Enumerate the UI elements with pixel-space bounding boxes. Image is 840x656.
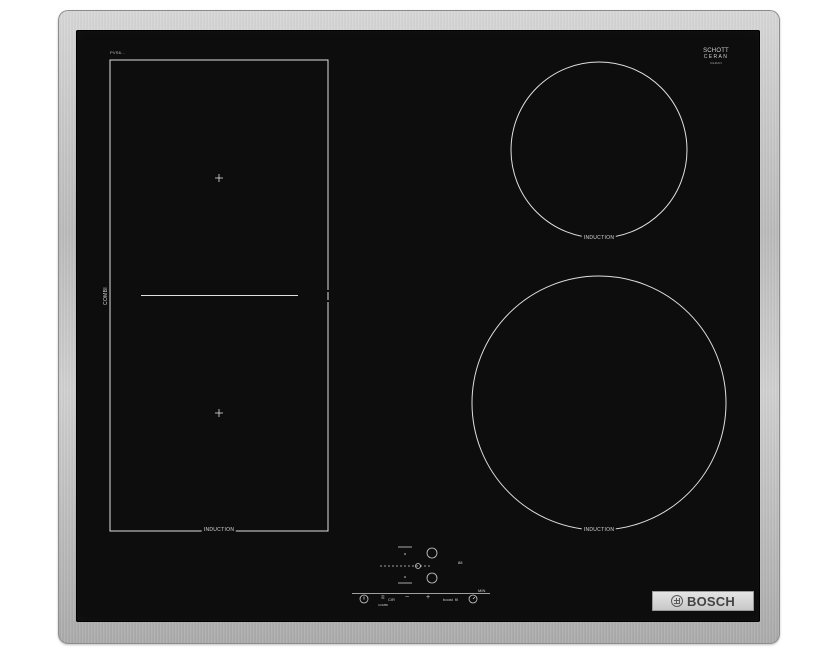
boost-suffix: fil	[455, 597, 458, 602]
top-right-zone[interactable]	[510, 61, 688, 239]
top-right-zone-label: INDUCTION	[581, 235, 617, 241]
minus-button[interactable]: −	[405, 594, 409, 601]
timer-icon-hand	[472, 596, 476, 600]
combi-text[interactable]: CIR	[388, 597, 395, 602]
combi-small-label: COMBI	[378, 603, 388, 607]
flex-zone-label: INDUCTION	[201, 527, 237, 533]
bottom-right-zone-label: INDUCTION	[581, 527, 617, 533]
combi-label: COMBI	[103, 285, 109, 307]
flex-zone-bottom-center-mark	[215, 409, 223, 417]
brand-plate: BOSCH	[652, 591, 754, 611]
combi-symbol[interactable]: ≡	[381, 595, 385, 601]
cooking-zones-drawing	[109, 59, 727, 604]
brand-name: BOSCH	[687, 593, 735, 609]
bottom-selector-button[interactable]	[426, 572, 438, 584]
bosch-logo-icon	[671, 595, 684, 607]
bottom-zone-indicator	[404, 576, 406, 578]
flex-zone-top-center-mark	[215, 174, 223, 182]
top-selector-button[interactable]	[426, 547, 438, 559]
side-digit-display: 88	[458, 560, 463, 565]
plus-button[interactable]: +	[426, 594, 430, 601]
bottom-right-zone[interactable]	[471, 275, 727, 531]
top-zone-indicator	[404, 553, 406, 555]
top-small-label: MIN	[478, 588, 486, 593]
boost-button[interactable]: boost	[443, 597, 453, 602]
